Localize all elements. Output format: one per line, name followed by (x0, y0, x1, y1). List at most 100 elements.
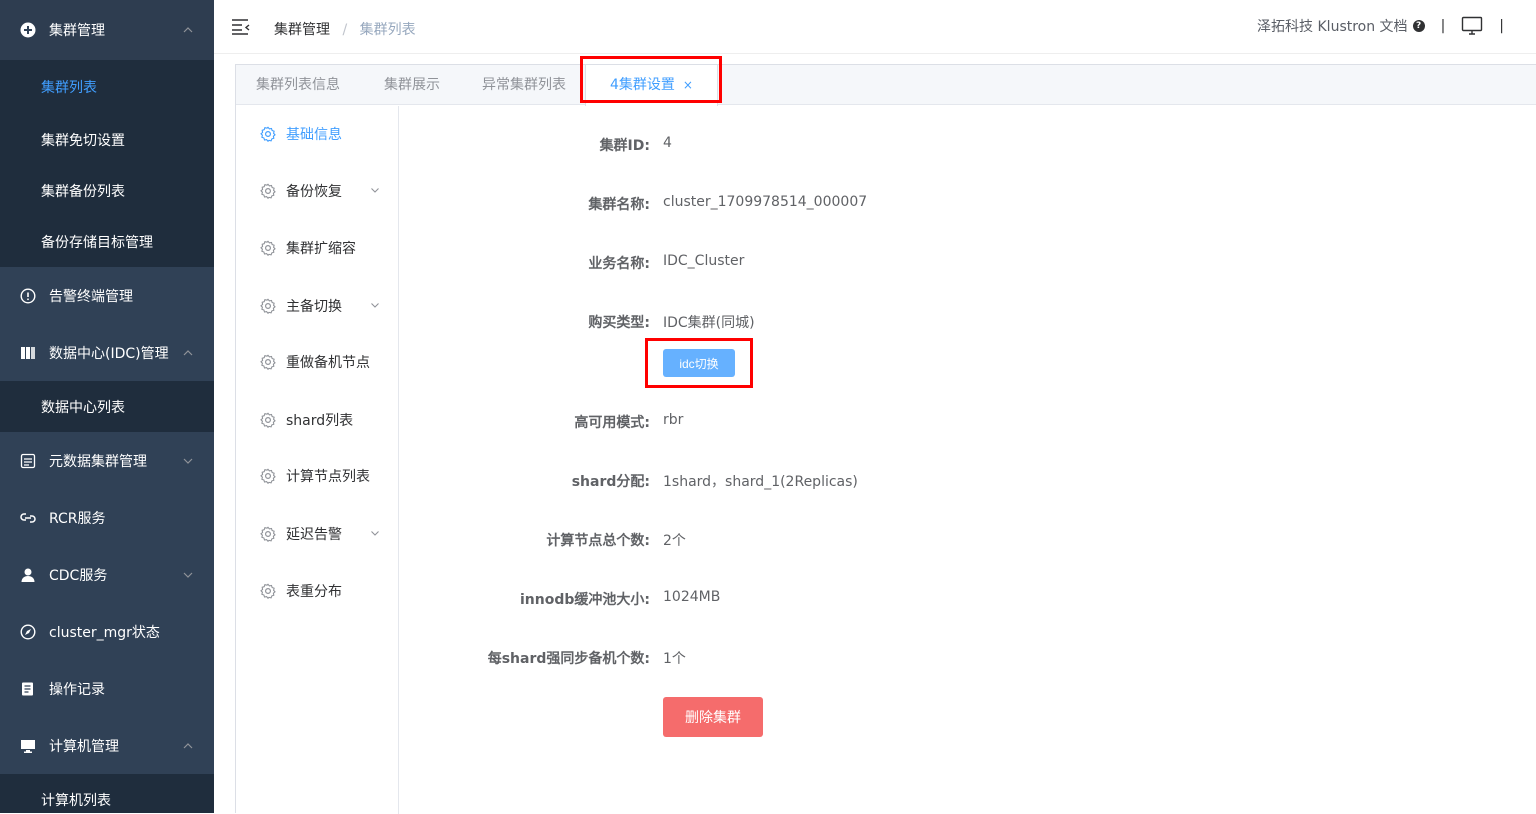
side-menu-label: 延迟告警 (286, 527, 342, 543)
side-menu-label: 表重分布 (286, 584, 342, 600)
detail-row-shard-allocation: shard分配: 1shard，shard_1(2Replicas) (400, 471, 1100, 491)
link-icon (20, 510, 36, 526)
gear-icon (260, 183, 276, 199)
chevron-up-icon (182, 740, 194, 752)
sidebar-item-cluster-list[interactable]: 集群列表 (0, 60, 214, 114)
detail-label: innodb缓冲池大小: (520, 592, 650, 608)
gear-icon (260, 354, 276, 370)
chevron-down-icon (371, 531, 379, 536)
detail-label: 计算节点总个数: (546, 533, 650, 549)
highlight-frame-tab (580, 56, 722, 103)
detail-value: 1024MB (663, 589, 721, 605)
detail-label: 高可用模式: (574, 415, 650, 431)
detail-label: 每shard强同步备机个数: (487, 651, 650, 667)
side-menu-table-redistribution[interactable]: 表重分布 (260, 581, 380, 601)
settings-side-menu: 基础信息 备份恢复 集群扩缩容 主备切换 重做备机节点 shard列表 计算节点… (236, 106, 399, 814)
side-menu-delay-alarm[interactable]: 延迟告警 (260, 524, 380, 544)
submenu-cluster-management: 集群列表 集群免切设置 集群备份列表 备份存储目标管理 (0, 60, 214, 267)
sidebar-item-cluster-backup-list[interactable]: 集群备份列表 (0, 165, 214, 216)
tab-abnormal-cluster-list[interactable]: 异常集群列表 (482, 65, 566, 105)
monitor-icon[interactable] (1461, 16, 1483, 36)
detail-value: 4 (663, 135, 672, 151)
menu-group-idc-management[interactable]: 数据中心(IDC)管理 (0, 324, 214, 381)
menu-group-computer-management[interactable]: 计算机管理 (0, 717, 214, 774)
sidebar-item-datacenter-list[interactable]: 数据中心列表 (0, 381, 214, 432)
docs-link[interactable]: 泽拓科技 Klustron 文档 (1257, 16, 1408, 36)
tabs-card: 集群列表信息 集群展示 异常集群列表 4集群设置 × 基础信息 备份恢复 集群扩缩… (235, 64, 1536, 814)
hamburger-icon[interactable] (231, 18, 251, 36)
chevron-up-icon (182, 24, 194, 36)
breadcrumb: 集群管理 / 集群列表 (274, 19, 416, 39)
gear-icon (260, 240, 276, 256)
menu-group-cluster-management[interactable]: 集群管理 (0, 0, 214, 60)
gear-icon (260, 468, 276, 484)
database-icon (20, 453, 36, 469)
divider: | (1499, 18, 1504, 34)
detail-label: 购买类型: (588, 315, 650, 331)
menu-group-label: 数据中心(IDC)管理 (49, 345, 169, 362)
tab-cluster-list-info[interactable]: 集群列表信息 (256, 65, 340, 105)
detail-row-purchase-type: 购买类型: IDC集群(同城) (400, 312, 1100, 332)
detail-row-ha-mode: 高可用模式: rbr (400, 412, 1100, 432)
divider: | (1440, 18, 1446, 34)
tabs-header: 集群列表信息 集群展示 异常集群列表 4集群设置 × (236, 65, 1536, 106)
menu-group-label: cluster_mgr状态 (49, 624, 160, 641)
plus-circle-icon (20, 22, 36, 38)
log-icon (20, 681, 36, 697)
menu-group-cluster-mgr-status[interactable]: cluster_mgr状态 (0, 603, 214, 660)
menu-group-alarm-terminal[interactable]: 告警终端管理 (0, 267, 214, 324)
chevron-down-icon (371, 188, 379, 193)
menu-group-label: 操作记录 (49, 681, 105, 698)
menu-group-label: RCR服务 (49, 510, 106, 527)
detail-value: cluster_1709978514_000007 (663, 194, 868, 210)
help-icon[interactable]: ? (1412, 20, 1425, 32)
side-menu-shard-list[interactable]: shard列表 (260, 410, 380, 430)
menu-group-label: 计算机管理 (49, 738, 119, 755)
menu-group-label: 集群管理 (49, 23, 105, 39)
side-menu-scale[interactable]: 集群扩缩容 (260, 238, 380, 258)
breadcrumb-item[interactable]: 集群管理 (274, 22, 330, 38)
side-menu-label: 集群扩缩容 (286, 241, 356, 257)
side-menu-switchover[interactable]: 主备切换 (260, 296, 380, 316)
side-menu-label: shard列表 (286, 413, 354, 429)
gear-icon (260, 526, 276, 542)
sidebar-item-cluster-no-switch[interactable]: 集群免切设置 (0, 114, 214, 165)
detail-value: IDC_Cluster (663, 253, 745, 269)
chevron-down-icon (182, 455, 194, 467)
detail-row-sync-standby-count: 每shard强同步备机个数: 1个 (400, 648, 1100, 668)
compass-icon (20, 623, 36, 640)
side-menu-compute-nodes[interactable]: 计算节点列表 (260, 466, 380, 486)
side-menu-basic-info[interactable]: 基础信息 (260, 124, 380, 144)
detail-label: shard分配: (571, 474, 650, 490)
side-menu-backup-restore[interactable]: 备份恢复 (260, 181, 380, 201)
menu-group-label: 元数据集群管理 (49, 453, 147, 470)
detail-row-compute-node-count: 计算节点总个数: 2个 (400, 530, 1100, 550)
tab-cluster-display[interactable]: 集群展示 (384, 65, 440, 105)
menu-group-rcr-service[interactable]: RCR服务 (0, 489, 214, 546)
detail-label: 集群名称: (588, 197, 650, 213)
header-right: 泽拓科技 Klustron 文档 ? | | (1257, 16, 1520, 36)
sidebar-item-computer-list[interactable]: 计算机列表 (0, 774, 214, 813)
top-header: 集群管理 / 集群列表 泽拓科技 Klustron 文档 ? | | (214, 0, 1536, 54)
side-menu-label: 主备切换 (286, 299, 342, 315)
submenu-idc: 数据中心列表 (0, 381, 214, 432)
computer-icon (20, 738, 36, 754)
detail-value: rbr (663, 412, 684, 428)
sidebar-item-backup-storage[interactable]: 备份存储目标管理 (0, 216, 214, 267)
submenu-computer: 计算机列表 (0, 774, 214, 813)
breadcrumb-separator: / (342, 22, 348, 38)
chevron-up-icon (182, 347, 194, 359)
side-menu-label: 计算节点列表 (286, 469, 370, 485)
gear-icon (260, 583, 276, 599)
chevron-down-icon (371, 303, 379, 308)
detail-row-business-name: 业务名称: IDC_Cluster (400, 253, 1100, 273)
menu-group-operation-log[interactable]: 操作记录 (0, 660, 214, 717)
info-circle-icon (20, 287, 36, 304)
detail-label: 业务名称: (588, 256, 650, 272)
menu-group-metadata-cluster[interactable]: 元数据集群管理 (0, 432, 214, 489)
side-menu-rebuild-standby[interactable]: 重做备机节点 (260, 352, 380, 372)
gear-icon (260, 412, 276, 428)
delete-cluster-button[interactable]: 删除集群 (663, 697, 763, 737)
menu-group-cdc-service[interactable]: CDC服务 (0, 546, 214, 603)
highlight-frame-idc-button (645, 338, 753, 388)
